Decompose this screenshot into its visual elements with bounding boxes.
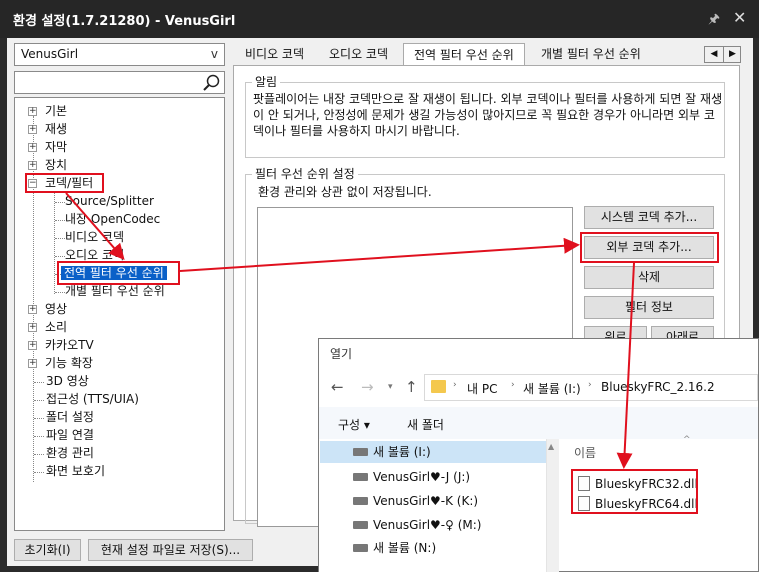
arrow-global-to-external (179, 237, 580, 272)
arrow-external-to-files (616, 262, 635, 469)
annotation-arrows (65, 192, 635, 469)
arrow-codec-to-global (65, 192, 125, 261)
